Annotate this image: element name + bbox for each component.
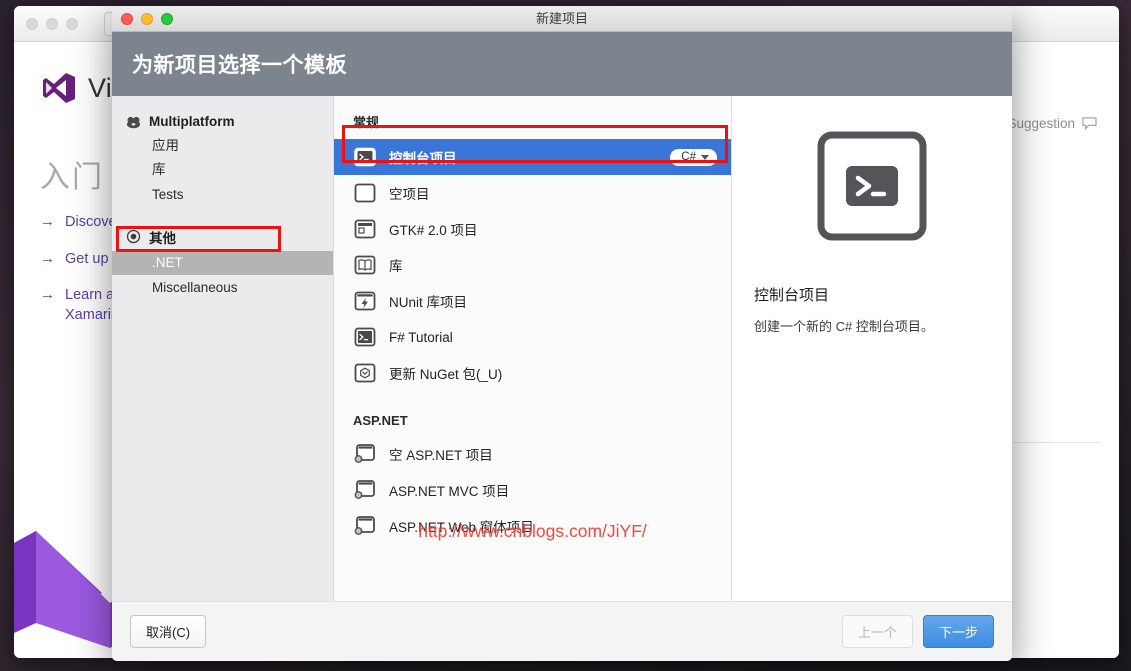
template-label: F# Tutorial [389, 329, 453, 345]
category-sidebar: Multiplatform 应用 库 Tests 其他 .NET Miscell… [112, 96, 334, 601]
console-icon [354, 327, 376, 347]
template-label: 更新 NuGet 包(_U) [389, 367, 503, 382]
speech-bubble-icon [1082, 117, 1097, 130]
nuget-icon [354, 363, 376, 383]
vs-zoom-icon[interactable] [66, 18, 78, 30]
template-row-nunit[interactable]: NUnit 库项目 [334, 283, 731, 319]
template-label: 空项目 [389, 187, 430, 202]
sidebar-item-library[interactable]: 库 [112, 158, 333, 183]
aspnet-icon [354, 444, 375, 463]
dialog-footer: 取消(C) 上一个 下一步 [112, 601, 1012, 661]
empty-project-icon [354, 183, 376, 203]
template-row-empty-project[interactable]: 空项目 [334, 175, 731, 211]
desktop-background: Visual Studio e a Suggestion 入门 → Discov… [0, 0, 1131, 671]
multiplatform-icon [126, 116, 141, 129]
template-label: GTK# 2.0 项目 [389, 223, 478, 238]
visual-studio-logo [43, 73, 75, 103]
zoom-icon[interactable] [161, 13, 173, 25]
template-label: NUnit 库项目 [389, 295, 468, 310]
close-icon[interactable] [121, 13, 133, 25]
console-icon [354, 147, 376, 167]
vs-window-controls[interactable] [26, 18, 78, 30]
template-row-console[interactable]: 控制台项目 C# [334, 139, 731, 175]
language-label: C# [681, 151, 696, 163]
template-list: 常规 控制台项目 C# 空项目 GTK# 2.0 项目 库 NUnit 库项目 … [334, 96, 732, 601]
footer-actions: 上一个 下一步 [841, 615, 994, 648]
gtk-window-icon [354, 219, 376, 239]
cancel-button[interactable]: 取消(C) [130, 615, 207, 648]
previous-button[interactable]: 上一个 [841, 615, 913, 648]
nunit-bolt-icon [354, 291, 376, 311]
sidebar-item-miscellaneous[interactable]: Miscellaneous [112, 275, 333, 300]
dialog-title: 新建项目 [535, 11, 588, 26]
dialog-header-title: 为新项目选择一个模板 [132, 54, 347, 77]
category-group-other: 其他 .NET Miscellaneous [112, 223, 333, 300]
minimize-icon[interactable] [141, 13, 153, 25]
template-label: ASP.NET MVC 项目 [389, 484, 510, 499]
chevron-down-icon [701, 154, 709, 160]
template-label: 库 [389, 259, 403, 274]
template-label: 空 ASP.NET 项目 [389, 448, 493, 463]
dialog-content: Multiplatform 应用 库 Tests 其他 .NET Miscell… [112, 96, 1012, 601]
new-project-dialog: 新建项目 为新项目选择一个模板 Multiplatform 应用 库 Tests… [112, 6, 1012, 661]
dialog-window-controls[interactable] [121, 13, 173, 25]
arrow-right-icon: → [40, 213, 55, 230]
language-dropdown-csharp[interactable]: C# [670, 148, 717, 166]
template-label: 控制台项目 [389, 151, 457, 166]
dialog-header: 为新项目选择一个模板 [112, 32, 1012, 96]
sidebar-item-tests[interactable]: Tests [112, 182, 333, 207]
template-preview-panel: 控制台项目 创建一个新的 C# 控制台项目。 [732, 96, 1012, 601]
sidebar-item-apps[interactable]: 应用 [112, 133, 333, 158]
dialog-titlebar: 新建项目 [112, 6, 1012, 32]
sidebar-item-dotnet[interactable]: .NET [112, 250, 333, 276]
preview-title: 控制台项目 [754, 287, 830, 304]
preview-description: 创建一个新的 C# 控制台项目。 [754, 319, 934, 334]
template-row-aspnet-mvc[interactable]: ASP.NET MVC 项目 [334, 472, 731, 508]
library-icon [354, 255, 376, 275]
category-header-other[interactable]: 其他 [112, 223, 333, 251]
arrow-right-icon: → [40, 249, 55, 267]
template-row-fsharp-tutorial[interactable]: F# Tutorial [334, 319, 731, 355]
template-section-aspnet: ASP.NET [353, 413, 408, 428]
radio-target-icon [126, 230, 141, 244]
template-row-library[interactable]: 库 [334, 247, 731, 283]
watermark-url: http://www.cnblogs.com/JiYF/ [418, 521, 647, 541]
category-header-multiplatform[interactable]: Multiplatform [112, 110, 333, 133]
next-button[interactable]: 下一步 [922, 615, 994, 648]
vs-close-icon[interactable] [26, 18, 38, 30]
aspnet-icon [354, 480, 375, 499]
category-label: Multiplatform [149, 114, 235, 129]
category-group-multiplatform: Multiplatform 应用 库 Tests [112, 110, 333, 207]
vs-minimize-icon[interactable] [46, 18, 58, 30]
template-row-empty-aspnet[interactable]: 空 ASP.NET 项目 [334, 436, 731, 472]
template-row-update-nuget[interactable]: 更新 NuGet 包(_U) [334, 355, 731, 391]
console-large-icon [817, 131, 927, 241]
category-label: 其他 [149, 230, 176, 246]
template-row-gtk[interactable]: GTK# 2.0 项目 [334, 211, 731, 247]
template-section-general: 常规 [353, 115, 380, 130]
arrow-right-icon: → [40, 286, 55, 304]
